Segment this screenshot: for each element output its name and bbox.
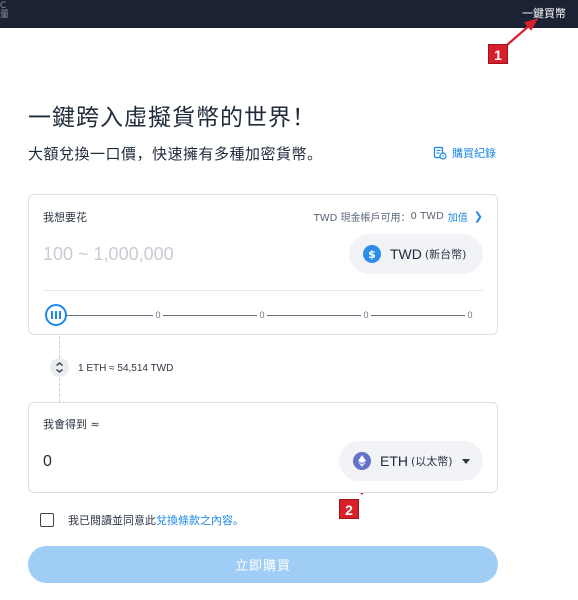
spend-divider: [43, 290, 483, 291]
spend-currency-code: TWD: [390, 246, 422, 262]
annotation-badge-1: 1: [488, 44, 508, 64]
spend-amount-input[interactable]: [43, 239, 343, 269]
receive-currency-name: (以太幣): [411, 455, 453, 468]
chevron-down-icon: [461, 458, 470, 464]
available-balance-label: TWD 現金帳戶可用：: [313, 213, 411, 224]
slider-tick[interactable]: 0: [153, 308, 163, 322]
receive-card: 我會得到 ≈ 0 ETH (以太幣): [28, 402, 498, 493]
page-subtitle: 大額兌換一口價，快速擁有多種加密貨幣。: [28, 145, 323, 163]
annotation-arrow-1-line: [506, 24, 531, 46]
receipt-icon: [433, 146, 447, 160]
top-nav-bar: C 量 一鍵買幣: [0, 0, 578, 28]
receive-currency-code: ETH: [380, 453, 408, 469]
available-balance-value: 0 TWD: [410, 211, 444, 222]
amount-slider-handle[interactable]: [45, 304, 67, 326]
terms-link[interactable]: 兌換條款之內容: [156, 512, 233, 528]
slider-tick[interactable]: 0: [361, 308, 371, 322]
connector-line-top: [59, 336, 60, 358]
agreement-row: 我已閱讀並同意此 兌換條款之內容 。: [40, 512, 244, 528]
agreement-checkbox[interactable]: [40, 513, 54, 527]
page-title: 一鍵跨入虛擬貨幣的世界！: [28, 105, 316, 131]
purchase-history-link[interactable]: 購買紀錄: [433, 145, 496, 161]
slider-tick[interactable]: 0: [257, 308, 267, 322]
nav-link-one-click-buy[interactable]: 一鍵買幣: [522, 5, 566, 21]
exchange-rate-text: 1 ETH ≈ 54,514 TWD: [78, 363, 174, 374]
buy-now-button[interactable]: 立即購買: [28, 546, 498, 583]
available-balance: TWD 現金帳戶可用： 0 TWD 加值 ❯: [314, 209, 483, 224]
receive-amount: 0: [43, 453, 52, 470]
agreement-prefix: 我已閱讀並同意此: [68, 514, 156, 527]
swap-vertical-icon: [56, 362, 63, 373]
connector-line-bottom: [59, 378, 60, 402]
dollar-coin-icon: $: [363, 245, 381, 263]
spend-card: 我想要花 TWD 現金帳戶可用： 0 TWD 加值 ❯ $ TWD (新台幣) …: [28, 194, 498, 335]
spend-currency-select[interactable]: $ TWD (新台幣): [349, 234, 483, 274]
spend-label: 我想要花: [43, 211, 87, 224]
topbar-left-fragment: C 量: [0, 0, 8, 28]
ethereum-icon: [353, 452, 371, 470]
receive-currency-select[interactable]: ETH (以太幣): [339, 441, 483, 481]
agreement-suffix: 。: [233, 514, 244, 527]
slider-tick[interactable]: 0: [465, 308, 475, 322]
purchase-history-label: 購買紀錄: [452, 147, 496, 160]
receive-label: 我會得到 ≈: [43, 418, 100, 431]
topbar-left-text: C 量: [0, 1, 8, 20]
swap-button[interactable]: [50, 358, 69, 377]
chevron-right-icon[interactable]: ❯: [474, 210, 483, 223]
top-up-link[interactable]: 加值: [448, 209, 468, 224]
annotation-badge-2: 2: [339, 499, 359, 519]
spend-currency-name: (新台幣): [424, 248, 467, 261]
